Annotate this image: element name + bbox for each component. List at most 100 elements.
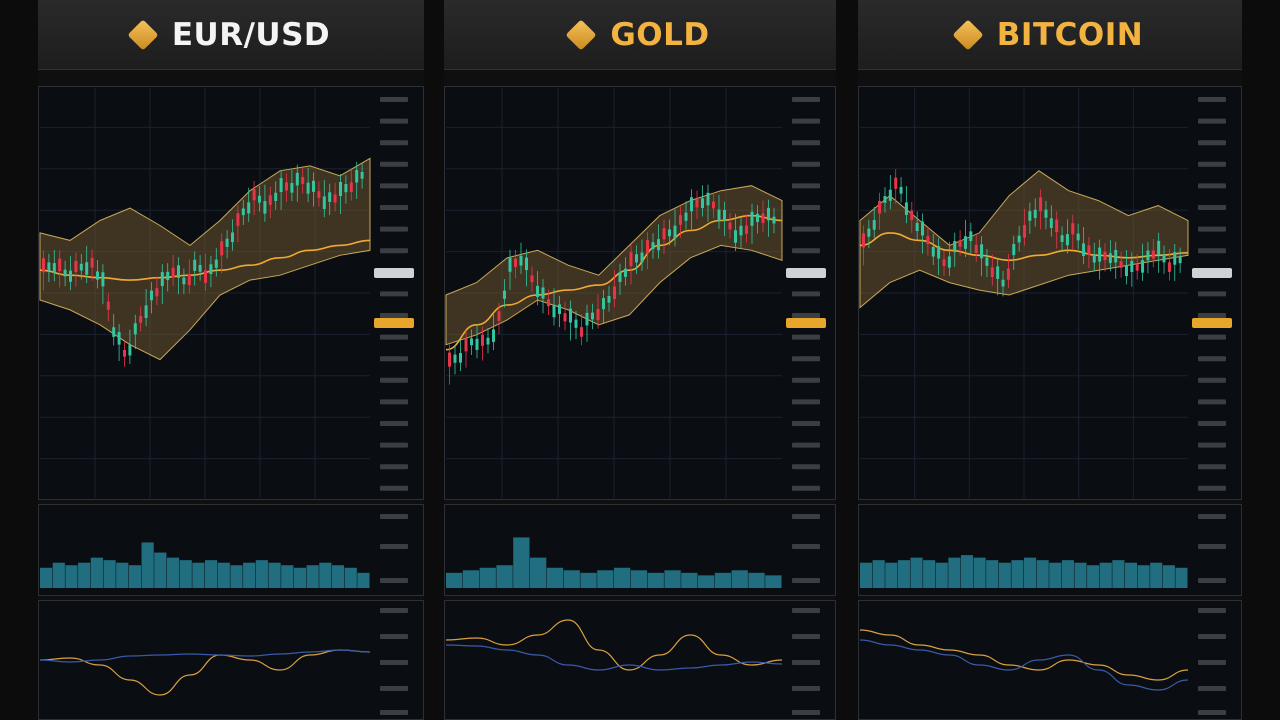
- candle-body: [624, 268, 627, 277]
- candle-body: [969, 231, 973, 242]
- bitcoin-chart-svg: [859, 88, 1232, 715]
- volume-bar: [998, 562, 1011, 588]
- axis-tick-label: [792, 578, 820, 583]
- eurusd-chart-svg: [39, 88, 414, 715]
- volume-bar: [948, 557, 961, 588]
- oscillator-line-a: [859, 629, 1189, 681]
- candle-body: [133, 323, 137, 335]
- candle-body: [662, 228, 666, 240]
- candle-body: [618, 272, 622, 282]
- candle-body: [926, 236, 930, 245]
- volume-bar: [530, 557, 547, 588]
- axis-tick-label: [380, 514, 408, 519]
- candle-body: [1146, 250, 1150, 261]
- volume-bar: [563, 570, 580, 588]
- price-axis: [1198, 97, 1226, 491]
- volume-bar: [923, 560, 936, 588]
- axis-tick-label: [792, 356, 820, 362]
- candle-body: [723, 210, 726, 222]
- candle-body: [1167, 262, 1171, 272]
- candle-body: [96, 271, 99, 280]
- candle-body: [1130, 260, 1134, 272]
- volume-bar: [65, 565, 78, 588]
- candle-body: [214, 259, 218, 268]
- candle-body: [980, 244, 984, 259]
- candle-body: [1135, 263, 1139, 271]
- axis-tick-label: [792, 161, 820, 167]
- candle-body: [591, 312, 594, 320]
- candle-body: [985, 257, 989, 266]
- axis-tick-label: [1198, 356, 1226, 362]
- candle-body: [613, 286, 616, 300]
- volume-bar: [217, 562, 230, 588]
- volume-bar: [306, 565, 319, 588]
- volume-bar: [1150, 562, 1163, 588]
- candle-body: [52, 263, 56, 273]
- volume-bar: [647, 572, 664, 588]
- candle-body: [1141, 260, 1145, 273]
- candle-body: [123, 349, 126, 357]
- candle-body: [651, 242, 655, 249]
- candle-body: [1076, 233, 1080, 241]
- volume-bar: [116, 562, 129, 588]
- gold-panel: GOLD: [444, 0, 836, 720]
- candle-body: [258, 195, 261, 203]
- candle-body: [728, 222, 732, 230]
- volume-bar: [614, 567, 631, 588]
- volume-bar: [986, 560, 999, 588]
- candle-body: [712, 201, 715, 209]
- candle-body: [312, 180, 315, 192]
- volume-bar: [1061, 560, 1074, 588]
- candle-body: [464, 338, 468, 352]
- candle-body: [888, 189, 892, 201]
- candle-body: [536, 285, 539, 297]
- axis-tick-label: [792, 442, 820, 448]
- candle-body: [1006, 268, 1010, 280]
- candle-body: [673, 225, 677, 239]
- volume-bar: [513, 537, 530, 588]
- candle-body: [646, 240, 649, 253]
- candle-body: [574, 319, 578, 328]
- candle-body: [252, 189, 256, 201]
- candle-body: [241, 208, 245, 216]
- candle-body: [602, 298, 605, 310]
- candle-body: [547, 299, 550, 307]
- axis-tick-label: [380, 686, 408, 691]
- candle-body: [360, 171, 364, 179]
- candle-body: [937, 246, 941, 259]
- candle-body: [745, 225, 748, 234]
- candle-body: [1001, 279, 1005, 287]
- candle-body: [497, 311, 501, 321]
- axis-tick-label: [1198, 578, 1226, 583]
- volume-bar: [580, 572, 597, 588]
- axis-tick-label: [792, 334, 820, 340]
- candle-body: [274, 192, 278, 201]
- candle-body: [486, 337, 490, 345]
- axis-tick-label: [792, 226, 820, 232]
- candle-body: [867, 228, 871, 237]
- gold-chart-svg: [445, 88, 826, 715]
- volume-bar: [664, 570, 681, 588]
- axis-tick-label: [1198, 421, 1226, 426]
- volume-bar: [1112, 560, 1125, 588]
- candle-body: [1065, 234, 1069, 246]
- candle-body: [635, 254, 638, 263]
- axis-tick-label: [792, 544, 820, 549]
- candle-body: [322, 196, 326, 209]
- axis-tick-label: [1198, 710, 1226, 715]
- candle-body: [268, 195, 272, 205]
- last-price-label: [374, 268, 414, 278]
- volume-bar: [860, 562, 873, 588]
- candle-body: [295, 172, 299, 186]
- candle-body: [899, 186, 903, 194]
- axis-tick-label: [380, 118, 408, 124]
- candle-body: [193, 259, 197, 271]
- axis-tick-label: [1198, 399, 1226, 405]
- candle-body: [69, 270, 72, 282]
- axis-tick-label: [792, 514, 820, 519]
- axis-tick-label: [1198, 514, 1226, 519]
- volume-bar: [630, 570, 648, 588]
- axis-tick-label: [1198, 660, 1226, 665]
- volume-bar: [765, 575, 782, 588]
- axis-tick-label: [792, 183, 820, 189]
